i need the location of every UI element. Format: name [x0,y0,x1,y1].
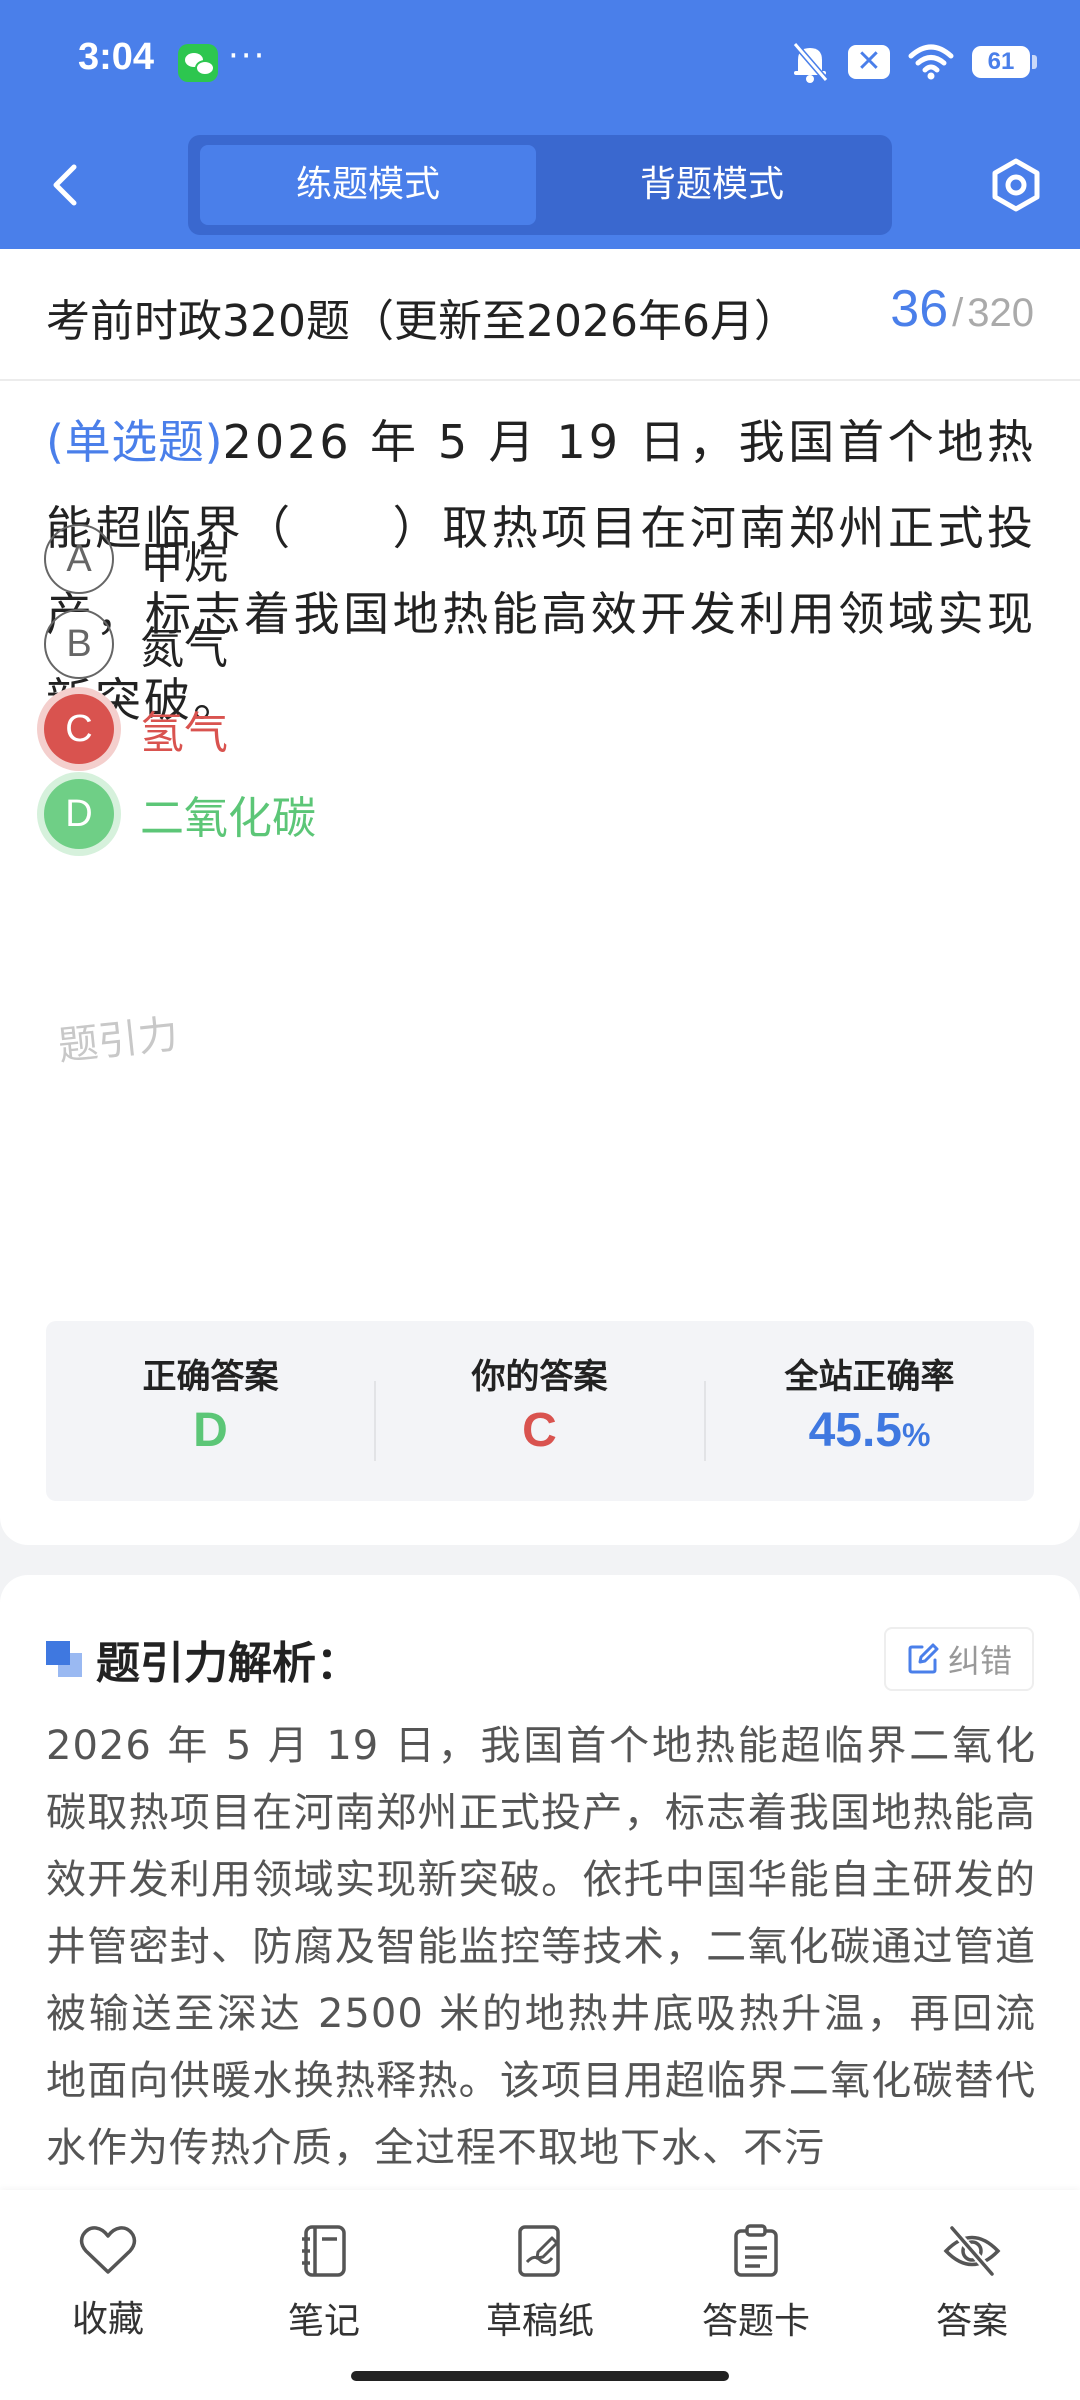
show-answer-label: 答案 [935,2301,1008,2342]
wechat-icon [178,44,218,82]
favorite-label: 收藏 [71,2299,144,2340]
notes-button[interactable]: 笔记 [216,2224,432,2344]
wifi-icon [908,44,954,80]
option-letter: B [44,609,114,679]
accuracy-rate-label: 全站正确率 [784,1357,955,1397]
app-notification-icon: ✕ [848,45,890,79]
nav-bar: 练题模式 背题模式 [0,125,1080,249]
question-set-title: 考前时政320题（更新至2026年6月） [46,296,798,347]
settings-icon[interactable] [988,157,1044,213]
total-question-count: 320 [967,291,1034,335]
tab-memorize-mode[interactable]: 背题模式 [544,145,880,225]
answer-sheet-button[interactable]: 答题卡 [648,2224,864,2344]
analysis-icon [46,1641,82,1677]
analysis-header: 题引力解析： [46,1627,360,1691]
status-icons: ✕ 61 [790,36,1037,88]
bell-off-icon [792,42,829,83]
draft-icon [518,2225,560,2277]
more-notifications-icon: ··· [228,36,267,76]
tab-practice-mode[interactable]: 练题模式 [200,145,536,225]
accuracy-rate-value: 45.5% [705,1403,1034,1458]
draft-paper-button[interactable]: 草稿纸 [432,2224,648,2344]
correct-answer-value: D [193,1404,228,1457]
question-type: (单选题) [46,415,223,469]
accuracy-rate-number: 45.5 [808,1404,902,1457]
draft-paper-label: 草稿纸 [485,2301,594,2342]
progress-separator: / [952,291,964,335]
correct-answer-label: 正确答案 [142,1357,279,1397]
favorite-button[interactable]: 收藏 [0,2224,216,2342]
mode-switch: 练题模式 背题模式 [188,135,892,235]
option-c[interactable]: C 氢气 [44,691,228,767]
status-bar: 3:04 ··· ✕ 61 [0,0,1080,125]
your-answer-label: 你的答案 [471,1357,608,1397]
bottom-toolbar: 收藏 笔记 草稿纸 答题卡 答案 [0,2190,1080,2400]
status-time: 3:04 [78,36,155,78]
edit-icon [908,1643,939,1674]
option-b[interactable]: B 氮气 [44,606,228,682]
accuracy-rate-stat: 全站正确率 45.5% [705,1321,1034,1501]
back-arrow-icon[interactable] [46,163,86,207]
option-a[interactable]: A 甲烷 [44,521,228,597]
option-letter: C [44,694,114,764]
correct-answer-stat: 正确答案 D [46,1321,375,1501]
question-title-row: 考前时政320题（更新至2026年6月） 36/320 [0,249,1080,381]
battery-icon: 61 [972,46,1037,78]
option-letter: D [44,779,114,849]
report-error-label: 纠错 [947,1642,1012,1680]
question-progress[interactable]: 36/320 [890,279,1034,339]
current-question-number: 36 [890,280,949,338]
accuracy-rate-unit: % [901,1417,931,1453]
option-text: 氮气 [140,623,228,674]
home-indicator[interactable] [351,2371,729,2381]
your-answer-stat: 你的答案 C [375,1321,704,1501]
report-error-button[interactable]: 纠错 [883,1627,1034,1691]
notes-label: 笔记 [287,2301,360,2342]
option-text: 甲烷 [140,538,228,589]
clipboard-icon [734,2224,778,2277]
analysis-title: 题引力解析： [96,1638,360,1689]
option-text: 氢气 [140,708,228,759]
eye-off-icon [943,2225,1001,2277]
heart-icon [79,2226,137,2274]
option-letter: A [44,524,114,594]
option-text: 二氧化碳 [140,793,316,844]
header: 3:04 ··· ✕ 61 练题模式 背题模式 [0,0,1080,249]
analysis-card: 题引力解析： 纠错 2026 年 5 月 19 日，我国首个地热能超临界二氧化碳… [0,1575,1080,2275]
your-answer-value: C [522,1404,557,1457]
analysis-text: 2026 年 5 月 19 日，我国首个地热能超临界二氧化碳取热项目在河南郑州正… [46,1723,1036,2171]
answer-stats: 正确答案 D 你的答案 C 全站正确率 45.5% [46,1321,1034,1501]
answer-sheet-label: 答题卡 [701,2301,810,2342]
show-answer-button[interactable]: 答案 [864,2224,1080,2344]
notebook-icon [302,2225,346,2277]
option-d[interactable]: D 二氧化碳 [44,776,316,852]
